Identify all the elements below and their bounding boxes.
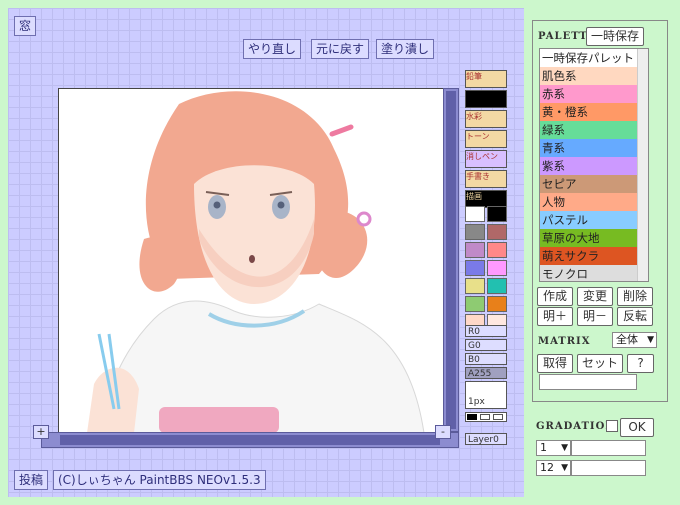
fill-button[interactable]: 塗り潰し bbox=[376, 39, 435, 59]
matrix-get-button[interactable]: 取得 bbox=[537, 354, 573, 373]
palette-list-scrollbar[interactable] bbox=[637, 49, 648, 281]
change-palette-button[interactable]: 変更 bbox=[577, 287, 613, 306]
darker-button[interactable]: 明－ bbox=[577, 307, 613, 326]
color-swatch[interactable] bbox=[465, 206, 485, 222]
gradation-end-select[interactable]: 12 ▼ bbox=[536, 460, 571, 476]
tool-column: 鉛筆 水彩 トーン 消しペン 手書き 描画 bbox=[465, 70, 507, 210]
color-swatch[interactable] bbox=[487, 224, 507, 240]
delete-palette-button[interactable]: 削除 bbox=[617, 287, 653, 306]
matrix-scope-select[interactable]: 全体 ▼ bbox=[612, 332, 657, 348]
palette-item[interactable]: 萌えサクラ bbox=[540, 247, 648, 265]
alpha-value[interactable]: A255 bbox=[465, 367, 507, 379]
copyright-label: (C)しぃちゃん PaintBBS NEOv1.5.3 bbox=[53, 470, 266, 490]
blue-value[interactable]: B0 bbox=[465, 353, 507, 365]
redo-button[interactable]: やり直し bbox=[243, 39, 302, 59]
color-swatch[interactable] bbox=[465, 278, 485, 294]
color-swatch[interactable] bbox=[487, 260, 507, 276]
green-value[interactable]: G0 bbox=[465, 339, 507, 351]
create-palette-button[interactable]: 作成 bbox=[537, 287, 573, 306]
canvas-vertical-scrollbar[interactable] bbox=[443, 88, 459, 432]
palette-item[interactable]: 緑系 bbox=[540, 121, 648, 139]
palette-item[interactable]: 肌色系 bbox=[540, 67, 648, 85]
palette-list[interactable]: 一時保存パレット 肌色系 赤系 黄・橙系 緑系 青系 紫系 セピア 人物 パステル 草原の大地 萌えサ… bbox=[539, 48, 649, 282]
palette-item[interactable]: 草原の大地 bbox=[540, 229, 648, 247]
color-swatch[interactable] bbox=[487, 296, 507, 312]
matrix-textarea[interactable] bbox=[539, 374, 637, 390]
palette-item[interactable]: 青系 bbox=[540, 139, 648, 157]
tool-freehand[interactable]: 手書き bbox=[465, 170, 507, 188]
gradation-checkbox[interactable] bbox=[606, 420, 618, 432]
color-swatch[interactable] bbox=[465, 260, 485, 276]
zoom-in-button[interactable]: + bbox=[33, 425, 49, 439]
gradation-start-color[interactable] bbox=[571, 440, 646, 456]
gradation-ok-button[interactable]: OK bbox=[620, 418, 654, 437]
canvas-artwork bbox=[59, 89, 443, 433]
chevron-down-icon: ▼ bbox=[647, 335, 654, 345]
color-swatch[interactable] bbox=[465, 296, 485, 312]
matrix-title: MATRIX bbox=[538, 336, 591, 347]
gradation-end-color[interactable] bbox=[571, 460, 646, 476]
pen-size-options[interactable] bbox=[465, 412, 507, 422]
pen-size-box[interactable]: 1px bbox=[465, 381, 507, 409]
color-swatch[interactable] bbox=[487, 278, 507, 294]
palette-item[interactable]: セピア bbox=[540, 175, 648, 193]
canvas-horizontal-scrollbar[interactable] bbox=[41, 432, 459, 448]
color-swatch[interactable] bbox=[465, 242, 485, 258]
palette-item[interactable]: パステル bbox=[540, 211, 648, 229]
post-button[interactable]: 投稿 bbox=[14, 470, 49, 490]
palette-item[interactable]: 紫系 bbox=[540, 157, 648, 175]
palette-item[interactable]: モノクロ bbox=[540, 265, 648, 281]
invert-button[interactable]: 反転 bbox=[617, 307, 653, 326]
palette-item[interactable]: 人物 bbox=[540, 193, 648, 211]
palette-item[interactable]: 赤系 bbox=[540, 85, 648, 103]
layer-selector[interactable]: Layer0 bbox=[465, 433, 507, 445]
pen-size-label: 1px bbox=[468, 397, 485, 407]
tool-pencil[interactable]: 鉛筆 bbox=[465, 70, 507, 88]
chevron-down-icon: ▼ bbox=[561, 463, 568, 473]
color-swatches bbox=[465, 206, 507, 330]
save-temp-palette-button[interactable]: 一時保存 bbox=[586, 27, 644, 46]
color-swatch[interactable] bbox=[465, 224, 485, 240]
gradation-title: GRADATION bbox=[536, 421, 616, 432]
tool-eraser[interactable]: 消しペン bbox=[465, 150, 507, 168]
tool-brush[interactable] bbox=[465, 90, 507, 108]
matrix-help-button[interactable]: ? bbox=[627, 354, 654, 373]
palette-item[interactable]: 黄・橙系 bbox=[540, 103, 648, 121]
brighter-button[interactable]: 明＋ bbox=[537, 307, 573, 326]
red-value[interactable]: R0 bbox=[465, 325, 507, 337]
palette-item[interactable]: 一時保存パレット bbox=[540, 49, 648, 67]
color-swatch[interactable] bbox=[487, 206, 507, 222]
drawing-canvas[interactable] bbox=[58, 88, 444, 434]
tool-tone[interactable]: トーン bbox=[465, 130, 507, 148]
tool-watercolor[interactable]: 水彩 bbox=[465, 110, 507, 128]
zoom-out-button[interactable]: - bbox=[435, 425, 451, 439]
undo-button[interactable]: 元に戻す bbox=[311, 39, 370, 59]
window-mode-button[interactable]: 窓 bbox=[14, 16, 37, 36]
paint-workspace: 窓 やり直し 元に戻す 塗り潰し + - 鉛筆 水彩 トーン 消しペン 手書き … bbox=[8, 8, 524, 497]
matrix-set-button[interactable]: セット bbox=[577, 354, 623, 373]
chevron-down-icon: ▼ bbox=[561, 443, 568, 453]
color-swatch[interactable] bbox=[487, 242, 507, 258]
gradation-start-select[interactable]: 1 ▼ bbox=[536, 440, 571, 456]
